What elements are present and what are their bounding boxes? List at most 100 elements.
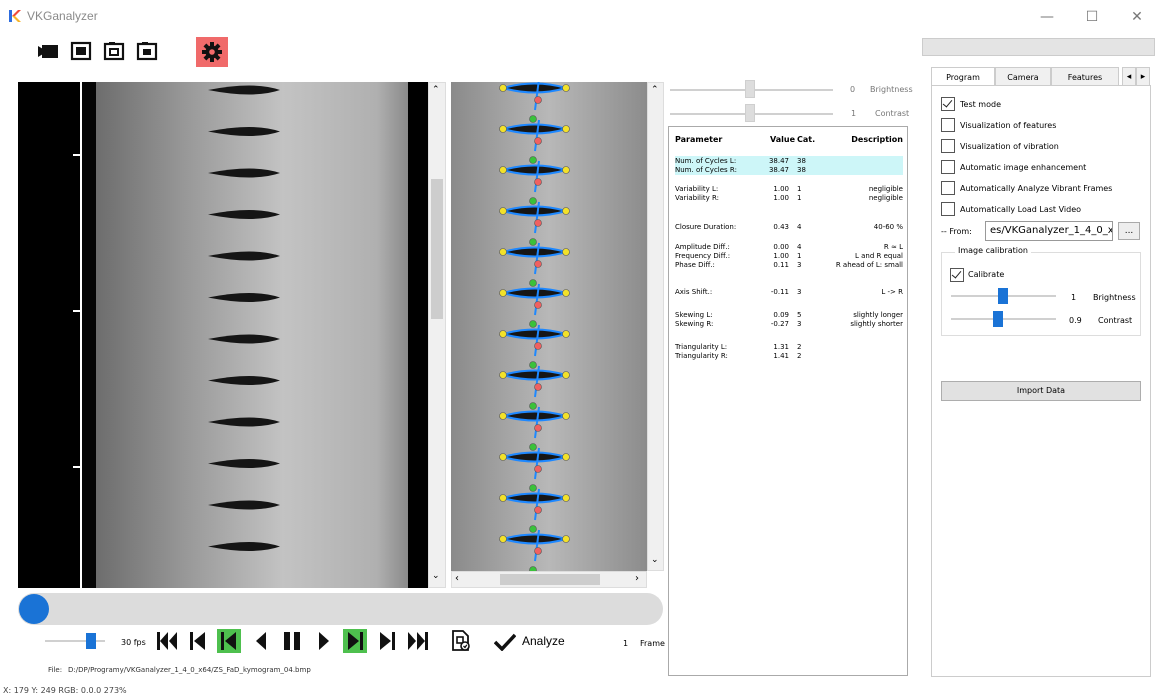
scroll-thumb[interactable] xyxy=(431,179,443,319)
scroll-right-icon[interactable]: › xyxy=(635,573,639,584)
cell-parameter: Skewing R: xyxy=(675,320,714,328)
cell-parameter: Axis Shift.: xyxy=(675,288,713,296)
previous-cycle-button[interactable] xyxy=(186,629,210,653)
maximize-button[interactable]: ☐ xyxy=(1077,6,1107,28)
skip-forward-icon xyxy=(380,632,395,650)
cell-cat: 3 xyxy=(797,288,802,296)
option-checkbox[interactable] xyxy=(941,139,955,153)
contrast-slider-thumb[interactable] xyxy=(745,104,755,122)
video-progress-bar[interactable] xyxy=(18,593,663,625)
table-row: Skewing R: -0.27 3 slightly shorter xyxy=(675,319,903,329)
option-checkbox[interactable] xyxy=(941,118,955,132)
step-forward-button[interactable] xyxy=(312,629,336,653)
option-label: Automatic image enhancement xyxy=(960,163,1087,172)
brightness-slider-thumb[interactable] xyxy=(745,80,755,98)
cell-description: L -> R xyxy=(881,288,903,296)
table-row: Axis Shift.: -0.11 3 L -> R xyxy=(675,287,903,297)
file-settings-icon xyxy=(452,630,470,651)
calib-brightness-label: Brightness xyxy=(1093,293,1136,302)
panel-header-strip xyxy=(922,38,1155,56)
photo-icon[interactable] xyxy=(103,40,125,62)
calib-contrast-thumb[interactable] xyxy=(993,311,1003,327)
calib-contrast-value: 0.9 xyxy=(1069,316,1082,325)
fps-slider-track[interactable] xyxy=(45,640,105,642)
calibrate-checkbox[interactable] xyxy=(950,268,964,282)
option-label: Test mode xyxy=(960,100,1001,109)
cell-parameter: Closure Duration: xyxy=(675,223,737,231)
cell-description: R ahead of L: small xyxy=(835,261,903,269)
minimize-button[interactable]: — xyxy=(1032,6,1062,28)
import-data-button[interactable]: Import Data xyxy=(941,381,1141,401)
cell-value: 0.11 xyxy=(773,261,789,269)
cell-cat: 3 xyxy=(797,320,802,328)
brightness-label: Brightness xyxy=(870,85,913,94)
video-camera-icon[interactable] xyxy=(37,40,59,62)
from-path-input[interactable]: es/VKGanalyzer_1_4_0_x64 xyxy=(985,221,1113,241)
cell-parameter: Phase Diff.: xyxy=(675,261,715,269)
kymogram-left-image[interactable] xyxy=(18,82,428,588)
cell-cat: 1 xyxy=(797,194,802,202)
calib-brightness-thumb[interactable] xyxy=(998,288,1008,304)
left-vertical-scrollbar[interactable]: ⌃ ⌄ xyxy=(428,82,446,588)
scroll-up-icon[interactable]: ⌃ xyxy=(432,85,440,95)
pause-icon xyxy=(284,632,300,650)
table-row: Triangularity R: 1.41 2 xyxy=(675,351,903,361)
progress-handle[interactable] xyxy=(19,594,49,624)
step-back-button[interactable] xyxy=(249,629,273,653)
from-label: -- From: xyxy=(941,227,972,236)
close-button[interactable]: ✕ xyxy=(1122,6,1152,28)
right-horizontal-scrollbar[interactable]: ‹ › xyxy=(451,571,647,588)
next-cycle-button[interactable] xyxy=(375,629,399,653)
tab-scroll-right-icon[interactable]: ▸ xyxy=(1136,67,1150,86)
tab-program[interactable]: Program xyxy=(931,67,995,87)
table-row: Variability R: 1.00 1 negligible xyxy=(675,193,903,203)
cell-cat: 2 xyxy=(797,352,802,360)
cell-value: -0.11 xyxy=(770,288,789,296)
option-label: Automatically Load Last Video xyxy=(960,205,1082,214)
scroll-up-icon[interactable]: ⌃ xyxy=(651,85,659,95)
calib-brightness-value: 1 xyxy=(1071,293,1077,302)
option-label: Visualization of features xyxy=(960,121,1057,130)
tab-features[interactable]: Features xyxy=(1051,67,1119,86)
option-checkbox[interactable] xyxy=(941,181,955,195)
previous-closure-button[interactable] xyxy=(217,629,241,653)
scroll-thumb[interactable] xyxy=(500,574,600,585)
option-checkbox[interactable] xyxy=(941,202,955,216)
option-label: Automatically Analyze Vibrant Frames xyxy=(960,184,1113,193)
contrast-label: Contrast xyxy=(875,109,910,118)
tab-camera[interactable]: Camera xyxy=(995,67,1051,86)
video-file-icon[interactable] xyxy=(70,40,92,62)
pause-button[interactable] xyxy=(280,629,304,653)
option-checkbox[interactable] xyxy=(941,97,955,111)
browse-button[interactable]: ... xyxy=(1118,222,1140,240)
calibration-title: Image calibration xyxy=(955,246,1031,255)
option-label: Visualization of vibration xyxy=(960,142,1059,151)
last-frame-button[interactable] xyxy=(406,629,430,653)
load-file-button[interactable] xyxy=(449,629,473,653)
table-header: Parameter Value Cat. Description xyxy=(675,135,903,144)
cell-value: 38.47 xyxy=(768,166,789,174)
kymogram-right-image[interactable] xyxy=(451,82,647,571)
cell-cat: 4 xyxy=(797,223,802,231)
first-frame-button[interactable] xyxy=(155,629,179,653)
analyze-label: Analyze xyxy=(522,634,565,648)
title-bar: VKGanalyzer — ☐ ✕ xyxy=(0,0,1155,32)
cell-parameter: Num. of Cycles R: xyxy=(675,166,737,174)
option-checkbox[interactable] xyxy=(941,160,955,174)
app-logo-icon xyxy=(9,10,21,22)
fps-slider-thumb[interactable] xyxy=(86,633,96,649)
scroll-down-icon[interactable]: ⌄ xyxy=(651,555,659,565)
scroll-down-icon[interactable]: ⌄ xyxy=(432,571,440,581)
step-back-icon xyxy=(256,632,266,650)
cell-description: 40-60 % xyxy=(873,223,903,231)
scroll-left-icon[interactable]: ‹ xyxy=(455,573,459,584)
brightness-value: 0 xyxy=(850,85,856,94)
settings-button[interactable] xyxy=(196,37,228,67)
status-bar: X: 179 Y: 249 RGB: 0.0.0 273% xyxy=(3,686,127,695)
camera-icon[interactable] xyxy=(136,40,158,62)
calib-contrast-track[interactable] xyxy=(951,318,1056,320)
tab-scroll-left-icon[interactable]: ◂ xyxy=(1122,67,1136,86)
cell-value: 0.43 xyxy=(773,223,789,231)
right-vertical-scrollbar[interactable]: ⌃ ⌄ xyxy=(647,82,664,571)
next-closure-button[interactable] xyxy=(343,629,367,653)
